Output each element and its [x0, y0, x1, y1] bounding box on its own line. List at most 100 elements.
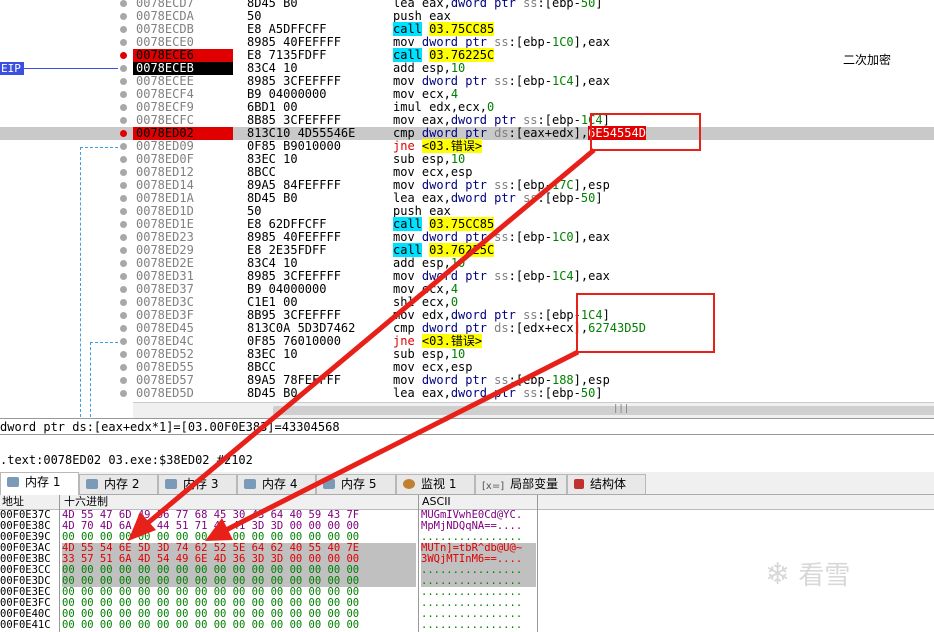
breakpoint-dot-icon[interactable]	[120, 117, 127, 124]
asm-token: mov	[393, 87, 422, 101]
status-line: .text:0078ED02 03.exe:$38ED02 #2102	[0, 452, 934, 468]
breakpoint-dot-icon[interactable]	[120, 169, 127, 176]
asm-token: -	[573, 386, 581, 400]
breakpoint-dot-icon[interactable]	[120, 299, 127, 306]
asm-token: esp	[450, 360, 473, 374]
breakpoint-dot-icon[interactable]	[120, 338, 127, 345]
disasm-row[interactable]: 0078ED5D 8D45 B0 lea eax,dword ptr ss:[ebp…	[0, 387, 934, 400]
asm-token: ss	[494, 373, 509, 387]
asm-token: dword ptr	[421, 178, 495, 192]
asm-token: mov	[393, 165, 422, 179]
breakpoint-dot-icon[interactable]	[120, 234, 127, 241]
header-address: 地址	[2, 495, 24, 508]
asm-token: eax	[588, 269, 610, 283]
asm-token: -	[544, 373, 552, 387]
breakpoint-dot-icon[interactable]	[120, 13, 127, 20]
breakpoint-dot-icon[interactable]	[120, 312, 127, 319]
asm-token: ],	[573, 35, 589, 49]
asm-token: add	[393, 256, 422, 270]
asm-token: esp	[421, 152, 444, 166]
asm-token: <03.错误>	[421, 334, 483, 348]
asm-token: ss	[523, 113, 538, 127]
asm-token: ecx	[551, 321, 574, 335]
asm-token: ds	[494, 321, 509, 335]
breakpoint-dot-icon[interactable]	[120, 286, 127, 293]
breakpoint-dot-icon[interactable]	[120, 390, 127, 397]
breakpoint-dot-icon[interactable]	[120, 104, 127, 111]
tab-locals[interactable]: [x=] 局部变量	[475, 474, 567, 494]
asm-token: mov	[393, 35, 422, 49]
scrollbar-thumb[interactable]	[273, 406, 934, 415]
asm-token: ,	[443, 191, 451, 205]
breakpoint-dot-icon[interactable]	[120, 78, 127, 85]
breakpoint-dot-icon[interactable]	[120, 273, 127, 280]
breakpoint-dot-icon[interactable]	[120, 143, 127, 150]
tab-label: 局部变量	[510, 477, 559, 491]
asm-token: 1C0	[551, 230, 574, 244]
asm-token: ss	[494, 35, 509, 49]
asm-token: :[	[508, 321, 524, 335]
breakpoint-dot-icon[interactable]	[120, 221, 127, 228]
tab-memory-2[interactable]: 内存 2	[79, 474, 158, 494]
tab-memory-3[interactable]: 内存 3	[158, 474, 237, 494]
breakpoint-dot-icon[interactable]	[120, 247, 127, 254]
memory-hex[interactable]: 00 00 00 00 00 00 00 00 00 00 00 00 00 0…	[62, 620, 416, 631]
asm-token: edx	[421, 308, 444, 322]
asm-token: ebp	[523, 35, 545, 49]
asm-token: 1C4	[580, 308, 603, 322]
asm-token: cmp	[393, 126, 422, 140]
breakpoint-dot-icon[interactable]	[120, 325, 127, 332]
tab-label: 内存 5	[341, 477, 377, 491]
breakpoint-dot-icon[interactable]	[120, 377, 127, 384]
tab-label: 内存 4	[262, 477, 298, 491]
info-line: dword ptr ds:[eax+edx*1]=[03.00F0E383]=4…	[0, 418, 934, 435]
asm-token: dword ptr	[421, 321, 495, 335]
asm-token: ebp	[551, 386, 574, 400]
asm-token: :[	[537, 0, 552, 10]
tab-memory-1[interactable]: 内存 1	[0, 472, 79, 495]
asm-token: -	[573, 308, 581, 322]
breakpoint-dot-icon[interactable]	[120, 182, 127, 189]
tab-watch-1[interactable]: 监视 1	[396, 474, 475, 494]
breakpoint-dot-icon[interactable]	[120, 130, 127, 137]
breakpoint-dot-icon[interactable]	[120, 156, 127, 163]
disassembly-view[interactable]: 0078ECD7 8D45 B0 lea eax,dword ptr ss:[ebp…	[0, 0, 934, 402]
memory-row[interactable]: 00F0E41C 00 00 00 00 00 00 00 00 00 00 00…	[0, 620, 540, 631]
tab-struct[interactable]: 结构体	[567, 474, 646, 494]
instruction-address[interactable]: 0078ED5D	[133, 387, 233, 400]
asm-token: 1C4	[551, 74, 574, 88]
asm-token: shl	[393, 295, 422, 309]
breakpoint-dot-icon[interactable]	[120, 39, 127, 46]
watch-icon	[403, 479, 415, 489]
breakpoint-dot-icon[interactable]	[120, 260, 127, 267]
memory-ascii[interactable]: ................	[421, 620, 536, 631]
breakpoint-dot-icon[interactable]	[120, 351, 127, 358]
horizontal-scrollbar[interactable]: |||	[133, 402, 934, 418]
asm-token: esp	[421, 256, 444, 270]
tab-memory-4[interactable]: 内存 4	[237, 474, 316, 494]
asm-token: -	[544, 74, 552, 88]
asm-token: :[	[537, 308, 552, 322]
breakpoint-dot-icon[interactable]	[120, 26, 127, 33]
asm-token: dword ptr	[421, 126, 495, 140]
breakpoint-dot-icon[interactable]	[120, 0, 127, 7]
asm-token: esp	[450, 165, 473, 179]
breakpoint-dot-icon[interactable]	[120, 208, 127, 215]
breakpoint-dot-icon[interactable]	[120, 364, 127, 371]
tab-memory-5[interactable]: 内存 5	[316, 474, 396, 494]
pane-splitter[interactable]	[0, 434, 934, 435]
asm-token: 50	[580, 191, 596, 205]
asm-token: +	[544, 126, 552, 140]
asm-token: ebp	[551, 113, 574, 127]
memory-icon	[7, 477, 19, 487]
asm-token: 10	[450, 347, 466, 361]
asm-token: ],	[573, 230, 589, 244]
asm-token: mov	[393, 74, 422, 88]
asm-token: 62743D5D	[588, 321, 646, 335]
breakpoint-dot-icon[interactable]	[120, 65, 127, 72]
asm-token: ]	[602, 308, 610, 322]
breakpoint-dot-icon[interactable]	[120, 52, 127, 59]
breakpoint-dot-icon[interactable]	[120, 91, 127, 98]
breakpoint-dot-icon[interactable]	[120, 195, 127, 202]
asm-token: ,	[443, 386, 451, 400]
